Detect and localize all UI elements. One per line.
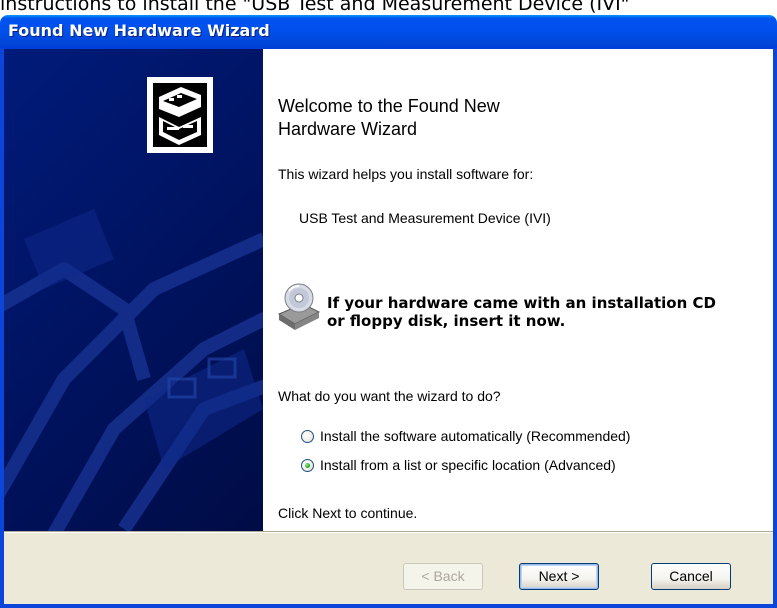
continue-hint: Click Next to continue. xyxy=(278,505,418,521)
window-title: Found New Hardware Wizard xyxy=(8,21,270,40)
radio-selected-dot xyxy=(305,462,310,468)
button-area-separator xyxy=(4,531,773,533)
wizard-question: What do you want the wizard to do? xyxy=(278,388,501,404)
option-install-automatically-label[interactable]: Install the software automatically (Reco… xyxy=(320,428,630,444)
next-button[interactable]: Next > xyxy=(519,563,599,590)
wizard-banner xyxy=(4,49,263,531)
option-install-automatically[interactable]: Install the software automatically (Reco… xyxy=(301,426,630,446)
back-button[interactable]: < Back xyxy=(403,563,483,590)
device-name: USB Test and Measurement Device (IVI) xyxy=(299,210,551,226)
cd-drive-icon xyxy=(277,282,321,332)
wizard-heading-line1: Welcome to the Found New xyxy=(278,96,500,116)
wizard-heading-line2: Hardware Wizard xyxy=(278,119,418,139)
wizard-content: Welcome to the Found New Hardware Wizard… xyxy=(263,49,773,531)
wizard-heading: Welcome to the Found New Hardware Wizard xyxy=(278,95,598,141)
cd-prompt-line1: If your hardware came with an installati… xyxy=(327,294,716,312)
hardware-box-icon xyxy=(147,77,213,153)
window-border-right xyxy=(773,49,777,608)
cd-prompt: If your hardware came with an installati… xyxy=(327,294,767,330)
option-install-from-list-label[interactable]: Install from a list or specific location… xyxy=(320,457,616,473)
cd-prompt-line2: or floppy disk, insert it now. xyxy=(327,312,566,330)
titlebar[interactable]: Found New Hardware Wizard xyxy=(0,15,777,49)
cancel-button[interactable]: Cancel xyxy=(651,563,731,590)
banner-artwork xyxy=(4,209,263,531)
wizard-window: Found New Hardware Wizard Welcome to the… xyxy=(0,15,777,608)
radio-install-from-list[interactable] xyxy=(301,458,314,472)
window-border-bottom xyxy=(0,604,777,608)
wizard-description: This wizard helps you install software f… xyxy=(278,166,534,182)
radio-install-automatically[interactable] xyxy=(301,429,314,443)
option-install-from-list[interactable]: Install from a list or specific location… xyxy=(301,455,616,475)
